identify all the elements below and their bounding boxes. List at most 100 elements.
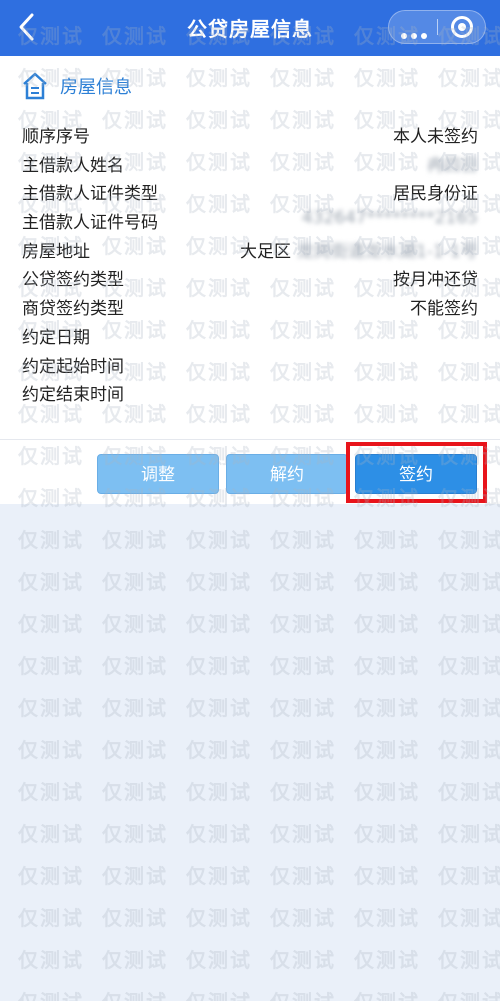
watermark-text: 仅测试 xyxy=(18,822,84,846)
divider xyxy=(0,439,500,440)
watermark-text: 仅测试 xyxy=(102,528,168,552)
row-label: 主借款人证件类型 xyxy=(22,184,158,205)
watermark-text: 仅测试 xyxy=(354,654,420,678)
watermark-text: 仅测试 xyxy=(186,738,252,762)
watermark-text: 仅测试 xyxy=(186,570,252,594)
watermark-text: 仅测试 xyxy=(270,654,336,678)
row-value: 居民身份证 xyxy=(393,184,478,205)
capsule-divider xyxy=(437,19,438,35)
row-start-time: 约定起始时间 xyxy=(22,348,478,377)
highlight-box xyxy=(346,442,487,503)
row-value: 本人未签约 xyxy=(393,127,478,147)
watermark-text: 仅测试 xyxy=(270,780,336,804)
watermark-text: 仅测试 xyxy=(438,822,500,846)
address-district: 大足区 xyxy=(240,241,291,262)
watermark-text: 仅测试 xyxy=(354,612,420,636)
info-list: 顺序序号 本人未签约 主借款人姓名 冉四日 主借款人证件类型 居民身份证 主借款… xyxy=(22,118,478,405)
row-value-blurred: 冉四日 xyxy=(427,155,478,176)
watermark-text: 仅测试 xyxy=(438,570,500,594)
watermark-text: 仅测试 xyxy=(186,822,252,846)
watermark-text: 仅测试 xyxy=(102,780,168,804)
row-value: 按月冲还贷 xyxy=(393,270,478,291)
row-label: 约定起始时间 xyxy=(22,356,124,377)
watermark-text: 仅测试 xyxy=(102,986,168,1001)
watermark-text: 仅测试 xyxy=(270,948,336,972)
watermark-text: 仅测试 xyxy=(102,864,168,888)
adjust-button[interactable]: 调整 xyxy=(97,454,219,494)
watermark-text: 仅测试 xyxy=(186,948,252,972)
watermark-text: 仅测试 xyxy=(18,612,84,636)
address-detail-blurred: 龙岗街道龙水湖1-1-1号 xyxy=(297,241,478,262)
row-value-blurred: 432647********2165 xyxy=(301,208,478,229)
watermark-text: 仅测试 xyxy=(270,528,336,552)
watermark-text: 仅测试 xyxy=(102,654,168,678)
watermark-text: 仅测试 xyxy=(18,780,84,804)
watermark-text: 仅测试 xyxy=(102,948,168,972)
watermark-text: 仅测试 xyxy=(270,864,336,888)
watermark-text: 仅测试 xyxy=(354,948,420,972)
watermark-text: 仅测试 xyxy=(102,906,168,930)
watermark-text: 仅测试 xyxy=(102,696,168,720)
close-button[interactable] xyxy=(439,11,485,43)
row-label: 房屋地址 xyxy=(22,241,90,262)
nav-header: 公贷房屋信息 xyxy=(0,0,500,56)
row-label: 主借款人姓名 xyxy=(22,155,124,176)
watermark-text: 仅测试 xyxy=(270,822,336,846)
watermark-text: 仅测试 xyxy=(438,948,500,972)
watermark-text: 仅测试 xyxy=(270,738,336,762)
watermark-text: 仅测试 xyxy=(18,654,84,678)
row-agreed-date: 约定日期 xyxy=(22,319,478,348)
watermark-text: 仅测试 xyxy=(18,528,84,552)
row-label: 公贷签约类型 xyxy=(22,270,124,291)
row-label: 商贷签约类型 xyxy=(22,299,124,320)
row-sequence-number: 顺序序号 本人未签约 xyxy=(22,118,478,147)
watermark-text: 仅测试 xyxy=(270,570,336,594)
watermark-text: 仅测试 xyxy=(102,822,168,846)
more-button[interactable] xyxy=(389,11,437,43)
watermark-text: 仅测试 xyxy=(18,906,84,930)
more-dots-icon xyxy=(401,24,431,43)
watermark-text: 仅测试 xyxy=(438,528,500,552)
row-commercial-loan-type: 商贷签约类型 不能签约 xyxy=(22,290,478,319)
watermark-text: 仅测试 xyxy=(270,906,336,930)
row-id-number: 主借款人证件号码 432647********2165 xyxy=(22,204,478,233)
watermark-text: 仅测试 xyxy=(438,864,500,888)
watermark-text: 仅测试 xyxy=(438,986,500,1001)
watermark-text: 仅测试 xyxy=(438,612,500,636)
watermark-text: 仅测试 xyxy=(18,986,84,1001)
watermark-text: 仅测试 xyxy=(102,738,168,762)
row-id-type: 主借款人证件类型 居民身份证 xyxy=(22,175,478,204)
row-label: 约定日期 xyxy=(22,327,90,348)
row-public-loan-type: 公贷签约类型 按月冲还贷 xyxy=(22,261,478,290)
row-label: 主借款人证件号码 xyxy=(22,213,158,234)
watermark-text: 仅测试 xyxy=(18,570,84,594)
watermark-text: 仅测试 xyxy=(354,738,420,762)
watermark-text: 仅测试 xyxy=(354,696,420,720)
watermark-text: 仅测试 xyxy=(438,696,500,720)
watermark-text: 仅测试 xyxy=(438,780,500,804)
row-label: 顺序序号 xyxy=(22,127,90,147)
target-close-icon xyxy=(451,16,473,38)
watermark-text: 仅测试 xyxy=(18,738,84,762)
watermark-text: 仅测试 xyxy=(18,864,84,888)
watermark-text: 仅测试 xyxy=(354,822,420,846)
watermark-text: 仅测试 xyxy=(186,696,252,720)
row-label: 约定结束时间 xyxy=(22,385,124,406)
watermark-text: 仅测试 xyxy=(270,612,336,636)
watermark-text: 仅测试 xyxy=(270,696,336,720)
watermark-text: 仅测试 xyxy=(186,612,252,636)
watermark-text: 仅测试 xyxy=(354,864,420,888)
row-house-address: 房屋地址 大足区 龙岗街道龙水湖1-1-1号 xyxy=(22,233,478,262)
page: 公贷房屋信息 房屋信息 顺序序号 本人未签约 主借款人姓名 冉四日 主借款人证件… xyxy=(0,0,500,1001)
watermark-text: 仅测试 xyxy=(102,612,168,636)
cancel-contract-button[interactable]: 解约 xyxy=(226,454,348,494)
watermark-text: 仅测试 xyxy=(354,780,420,804)
watermark-text: 仅测试 xyxy=(186,654,252,678)
watermark-text: 仅测试 xyxy=(354,570,420,594)
watermark-text: 仅测试 xyxy=(438,906,500,930)
watermark-text: 仅测试 xyxy=(186,528,252,552)
row-borrower-name: 主借款人姓名 冉四日 xyxy=(22,147,478,176)
watermark-text: 仅测试 xyxy=(186,780,252,804)
section-title: 房屋信息 xyxy=(60,77,132,98)
watermark-text: 仅测试 xyxy=(186,906,252,930)
